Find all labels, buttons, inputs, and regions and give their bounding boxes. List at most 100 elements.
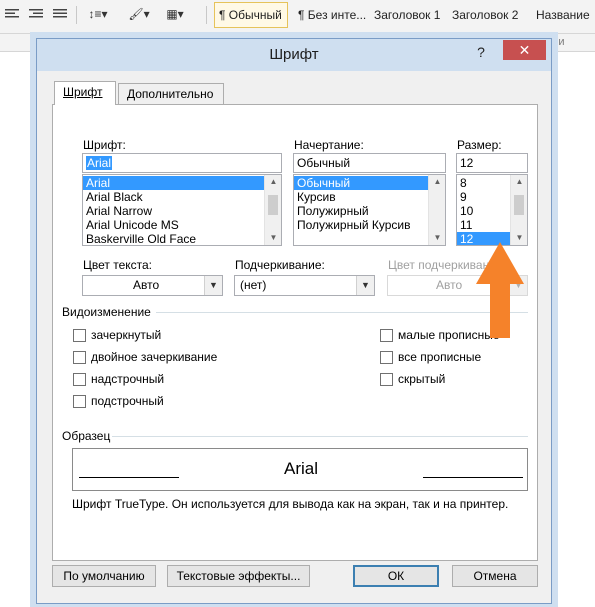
scroll-down-icon[interactable]: ▼ bbox=[429, 231, 445, 245]
line-spacing-icon[interactable]: ↕≡▾ bbox=[84, 4, 112, 24]
font-list-item[interactable]: Arial bbox=[83, 176, 281, 190]
checkbox-box[interactable] bbox=[73, 372, 86, 386]
size-list-scrollbar[interactable]: ▲ ▼ bbox=[510, 175, 527, 245]
checkbox-label: все прописные bbox=[398, 350, 482, 364]
font-name-input[interactable]: Arial bbox=[82, 153, 282, 173]
font-preview: Arial bbox=[72, 448, 528, 491]
checkbox-box[interactable] bbox=[73, 350, 86, 364]
cancel-label: Отмена bbox=[473, 569, 517, 583]
style-list-item[interactable]: Полужирный bbox=[294, 204, 445, 218]
font-list-scrollbar[interactable]: ▲ ▼ bbox=[264, 175, 281, 245]
justify-icon[interactable] bbox=[52, 4, 68, 24]
font-label: Шрифт: bbox=[83, 138, 126, 152]
checkbox-label: надстрочный bbox=[91, 372, 165, 386]
font-size-input[interactable]: 12 bbox=[456, 153, 528, 173]
font-style-input[interactable]: Обычный bbox=[293, 153, 446, 173]
scroll-thumb[interactable] bbox=[514, 195, 524, 215]
superscript-checkbox[interactable]: надстрочный bbox=[73, 372, 164, 386]
shading-icon[interactable]: 🖌▾ bbox=[124, 4, 154, 24]
checkbox-label: двойное зачеркивание bbox=[91, 350, 218, 364]
style-heading-1[interactable]: Заголовок 1 bbox=[370, 2, 448, 28]
hidden-checkbox[interactable]: скрытый bbox=[380, 372, 445, 386]
underline-color-value: Авто bbox=[436, 278, 463, 292]
font-list-item[interactable]: Arial Unicode MS bbox=[83, 218, 281, 232]
scroll-down-icon[interactable]: ▼ bbox=[265, 231, 281, 245]
checkbox-box[interactable] bbox=[73, 328, 86, 342]
chevron-down-icon[interactable]: ▼ bbox=[356, 276, 374, 295]
set-default-button[interactable]: По умолчанию bbox=[52, 565, 156, 587]
scroll-up-icon[interactable]: ▲ bbox=[429, 175, 445, 189]
font-list-item[interactable]: Baskerville Old Face bbox=[83, 232, 281, 245]
underline-style-select[interactable]: (нет) ▼ bbox=[234, 275, 375, 296]
tab-font[interactable]: Шрифт bbox=[54, 81, 116, 105]
set-default-label: По умолчанию bbox=[63, 569, 145, 583]
checkbox-box[interactable] bbox=[73, 394, 86, 408]
font-size-list[interactable]: 8 9 10 11 12 ▲ ▼ bbox=[456, 174, 528, 246]
annotation-arrow-shape bbox=[476, 242, 524, 338]
ribbon-group-label: ли bbox=[552, 36, 565, 48]
ribbon: ↕≡▾ 🖌▾ ▦▾ ¶ Обычный ¶ Без инте... Заголо… bbox=[0, 0, 595, 34]
ok-button[interactable]: ОК bbox=[353, 565, 439, 587]
font-list-item[interactable]: Arial Black bbox=[83, 190, 281, 204]
preview-group-label: Образец bbox=[62, 429, 111, 443]
preview-divider bbox=[112, 436, 528, 437]
borders-icon[interactable]: ▦▾ bbox=[162, 4, 188, 24]
style-normal[interactable]: ¶ Обычный bbox=[214, 2, 288, 28]
style-list-item[interactable]: Курсив bbox=[294, 190, 445, 204]
checkbox-label: зачеркнутый bbox=[91, 328, 162, 342]
underline-style-value: (нет) bbox=[240, 278, 267, 292]
ribbon-separator bbox=[206, 6, 207, 24]
tab-font-label: Шрифт bbox=[63, 85, 103, 99]
align-right-icon[interactable] bbox=[28, 4, 44, 24]
font-list-item[interactable]: Arial Narrow bbox=[83, 204, 281, 218]
justify-icon-glyph bbox=[53, 9, 67, 18]
font-name-value: Arial bbox=[86, 156, 113, 170]
font-color-select[interactable]: Авто ▼ bbox=[82, 275, 223, 296]
font-color-label: Цвет текста: bbox=[83, 258, 153, 272]
scroll-up-icon[interactable]: ▲ bbox=[511, 175, 527, 189]
annotation-arrow-icon bbox=[476, 242, 524, 338]
underline-label: Подчеркивание: bbox=[235, 258, 325, 272]
checkbox-box[interactable] bbox=[380, 328, 393, 342]
close-button[interactable]: ✕ bbox=[503, 40, 546, 60]
tab-advanced[interactable]: Дополнительно bbox=[118, 83, 224, 105]
checkbox-box[interactable] bbox=[380, 350, 393, 364]
ok-label: ОК bbox=[387, 569, 405, 583]
scroll-up-icon[interactable]: ▲ bbox=[265, 175, 281, 189]
effects-group-label: Видоизменение bbox=[62, 305, 151, 319]
help-button[interactable]: ? bbox=[472, 43, 490, 61]
font-list[interactable]: Arial Arial Black Arial Narrow Arial Uni… bbox=[82, 174, 282, 246]
font-description: Шрифт TrueType. Он используется для выво… bbox=[72, 497, 509, 511]
font-size-value: 12 bbox=[460, 156, 474, 170]
style-list-item[interactable]: Обычный bbox=[294, 176, 445, 190]
tab-advanced-label: Дополнительно bbox=[127, 87, 214, 101]
font-style-value: Обычный bbox=[297, 156, 351, 170]
strikethrough-checkbox[interactable]: зачеркнутый bbox=[73, 328, 161, 342]
preview-baseline bbox=[423, 477, 523, 478]
checkbox-box[interactable] bbox=[380, 372, 393, 386]
preview-text: Arial bbox=[283, 459, 318, 478]
style-list-scrollbar[interactable]: ▲ ▼ bbox=[428, 175, 445, 245]
size-label: Размер: bbox=[457, 138, 502, 152]
style-no-spacing[interactable]: ¶ Без инте... bbox=[294, 2, 368, 28]
document-area bbox=[0, 52, 36, 607]
dialog-titlebar: Шрифт ? ✕ bbox=[37, 39, 551, 71]
subscript-checkbox[interactable]: подстрочный bbox=[73, 394, 164, 408]
align-right-icon-glyph bbox=[29, 9, 43, 18]
style-heading-2[interactable]: Заголовок 2 bbox=[448, 2, 528, 28]
cancel-button[interactable]: Отмена bbox=[452, 565, 538, 587]
checkbox-label: подстрочный bbox=[91, 394, 164, 408]
chevron-down-icon[interactable]: ▼ bbox=[204, 276, 222, 295]
style-list-item[interactable]: Полужирный Курсив bbox=[294, 218, 445, 232]
effects-divider bbox=[156, 312, 528, 313]
checkbox-label: скрытый bbox=[398, 372, 446, 386]
font-style-list[interactable]: Обычный Курсив Полужирный Полужирный Кур… bbox=[293, 174, 446, 246]
align-left-icon[interactable] bbox=[4, 4, 20, 24]
font-color-value: Авто bbox=[133, 278, 160, 292]
style-label: Начертание: bbox=[294, 138, 364, 152]
text-effects-button[interactable]: Текстовые эффекты... bbox=[167, 565, 310, 587]
style-title[interactable]: Название bbox=[532, 2, 595, 28]
double-strikethrough-checkbox[interactable]: двойное зачеркивание bbox=[73, 350, 217, 364]
scroll-thumb[interactable] bbox=[268, 195, 278, 215]
all-caps-checkbox[interactable]: все прописные bbox=[380, 350, 481, 364]
